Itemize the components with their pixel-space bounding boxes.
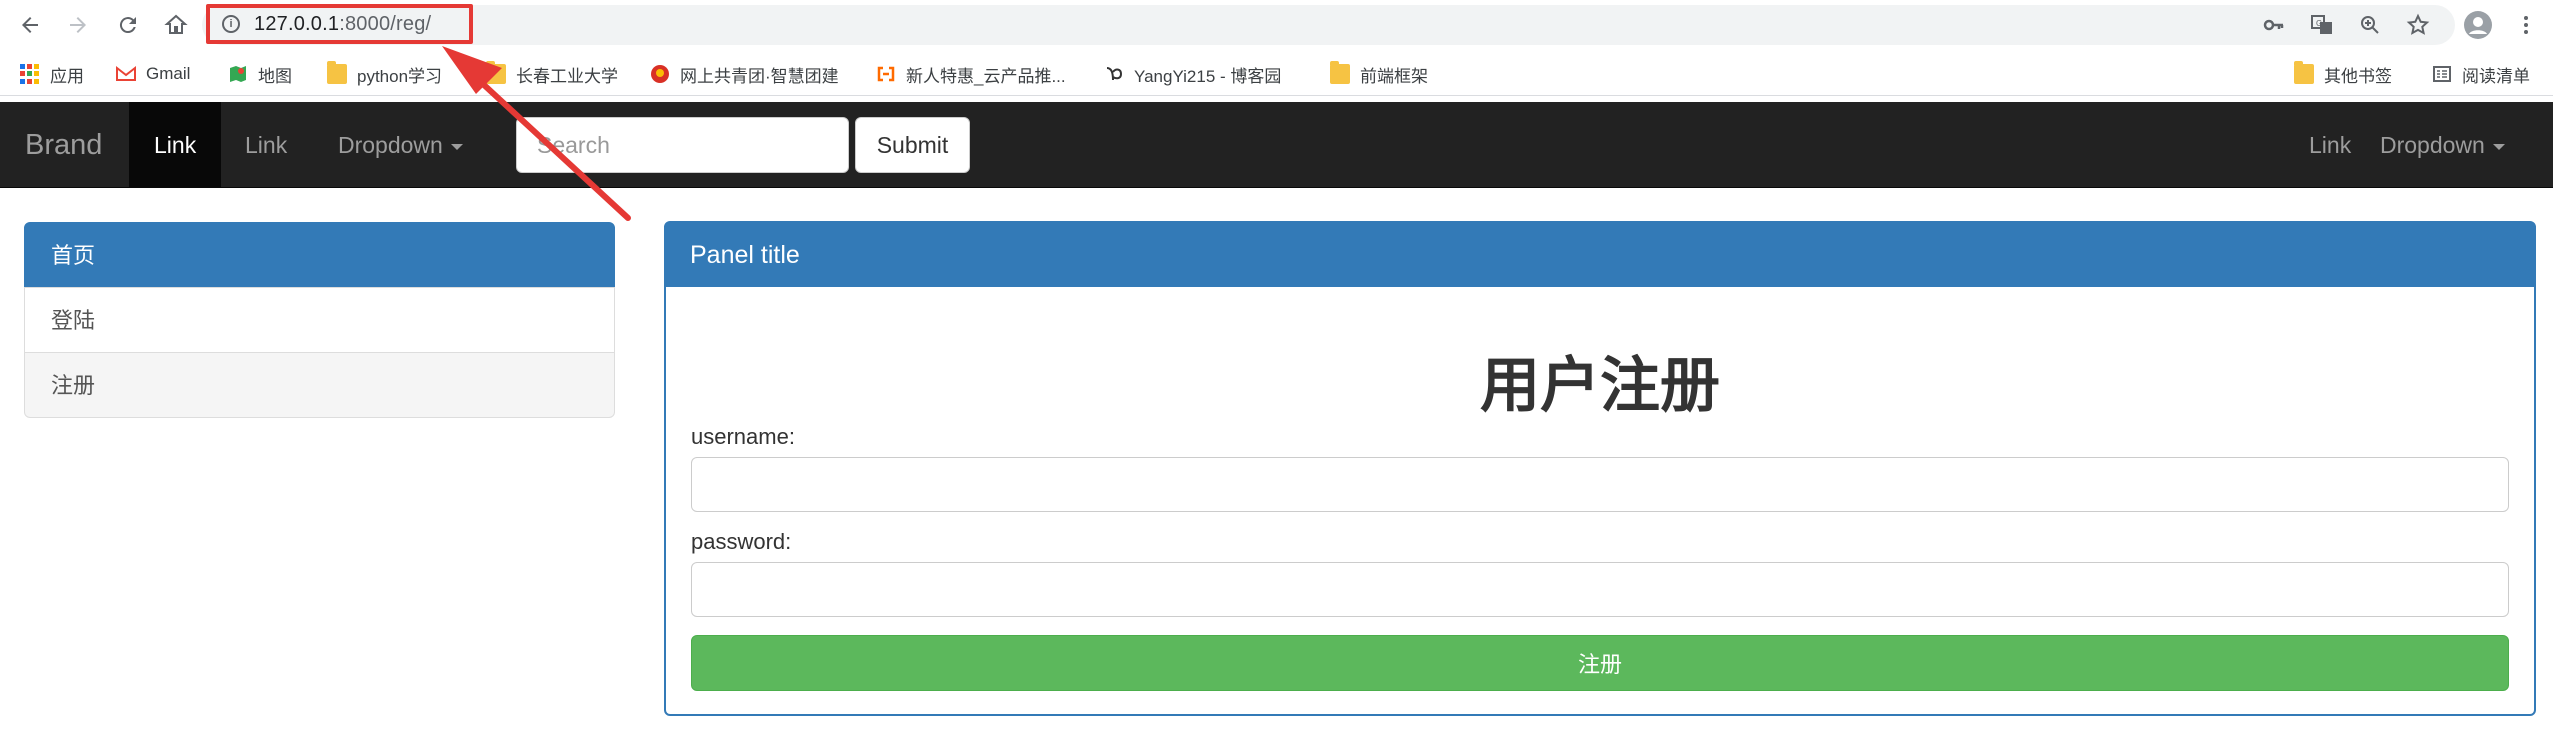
bookmark-label: YangYi215 - 博客园 <box>1134 66 1282 86</box>
bookmark-python[interactable]: python学习 <box>327 60 442 88</box>
caret-down-icon <box>450 143 463 150</box>
bookmark-label: 阅读清单 <box>2462 66 2530 86</box>
forward-icon[interactable] <box>60 7 96 43</box>
bookmark-label: python学习 <box>357 66 443 86</box>
folder-icon <box>2294 61 2314 84</box>
nav-right-dropdown[interactable]: Dropdown <box>2355 102 2530 188</box>
bookmark-ccut[interactable]: 长春工业大学 <box>486 60 618 88</box>
browser-toolbar: i 127.0.0.1:8000/reg/ G <box>0 0 2553 50</box>
folder-icon <box>327 61 347 84</box>
bookmark-maps[interactable]: 地图 <box>228 60 292 88</box>
panel-title: Panel title <box>666 223 2534 287</box>
bookmark-aliyun[interactable]: 新人特惠_云产品推... <box>876 60 1066 88</box>
reading-list[interactable]: 阅读清单 <box>2432 60 2530 88</box>
home-icon[interactable] <box>158 7 194 43</box>
back-icon[interactable] <box>12 7 48 43</box>
sidebar-item-home[interactable]: 首页 <box>24 222 615 288</box>
url-text: 127.0.0.1:8000/reg/ <box>254 12 432 35</box>
search-input[interactable] <box>516 117 849 173</box>
bookmark-label: 地图 <box>258 66 292 86</box>
cnblogs-icon <box>1106 67 1123 81</box>
search-submit-button[interactable]: Submit <box>855 117 970 173</box>
translate-icon[interactable]: G <box>2304 7 2340 43</box>
profile-avatar-icon[interactable] <box>2460 7 2496 43</box>
username-input[interactable] <box>691 457 2509 512</box>
register-button[interactable]: 注册 <box>691 635 2509 691</box>
caret-down-icon <box>2492 143 2505 150</box>
nav-link[interactable]: Link <box>220 102 312 188</box>
nav-dropdown-label: Dropdown <box>2380 132 2485 158</box>
brand-link[interactable]: Brand <box>25 102 102 188</box>
bookmark-label: 网上共青团·智慧团建 <box>680 66 839 86</box>
zoom-icon[interactable] <box>2352 7 2388 43</box>
key-icon[interactable] <box>2256 7 2292 43</box>
bookmark-label: 新人特惠_云产品推... <box>906 66 1066 86</box>
bookmark-label: 应用 <box>50 66 84 86</box>
password-label: password: <box>691 529 792 554</box>
password-input[interactable] <box>691 562 2509 617</box>
menu-kebab-icon[interactable] <box>2508 7 2544 43</box>
bookmark-label: 长春工业大学 <box>516 66 618 86</box>
bookmark-gmail[interactable]: Gmail <box>116 60 190 88</box>
star-icon[interactable] <box>2400 7 2436 43</box>
site-navbar: Brand Link Link Dropdown Link Dropdown <box>0 102 2553 188</box>
reading-list-icon <box>2433 66 2451 82</box>
bookmark-label: 其他书签 <box>2324 66 2392 86</box>
apps-grid-icon <box>20 64 40 84</box>
url-highlight-box[interactable]: i 127.0.0.1:8000/reg/ <box>206 4 473 44</box>
sidebar-item-register[interactable]: 注册 <box>24 352 615 418</box>
bookmarks-bar: 应用 Gmail 地图 python学习 长春工业大学 网上共青团·智慧团建 新… <box>0 52 2553 96</box>
username-label: username: <box>691 424 795 449</box>
register-panel: Panel title 用户注册 username: password: 注册 <box>664 221 2536 716</box>
league-icon <box>651 65 669 83</box>
aliyun-icon <box>877 66 895 82</box>
nav-dropdown-label: Dropdown <box>338 132 443 158</box>
svg-text:G: G <box>2316 19 2322 28</box>
info-icon[interactable]: i <box>222 15 240 33</box>
bookmark-label: Gmail <box>146 64 191 83</box>
sidebar-list: 首页 登陆 注册 <box>24 222 615 418</box>
sidebar-item-login[interactable]: 登陆 <box>24 287 615 353</box>
nav-link-active[interactable]: Link <box>129 102 222 188</box>
gmail-icon <box>116 65 136 81</box>
folder-icon <box>486 61 506 84</box>
maps-icon <box>230 66 246 82</box>
bookmark-label: 前端框架 <box>1360 66 1428 86</box>
reload-icon[interactable] <box>110 7 146 43</box>
bookmark-apps[interactable]: 应用 <box>20 60 84 88</box>
address-bar[interactable] <box>202 5 2455 45</box>
form-title: 用户注册 <box>1480 351 1720 421</box>
bookmark-frontend[interactable]: 前端框架 <box>1330 60 1428 88</box>
bookmark-other[interactable]: 其他书签 <box>2294 60 2392 88</box>
bookmark-league[interactable]: 网上共青团·智慧团建 <box>650 60 839 88</box>
bookmark-cnblogs[interactable]: YangYi215 - 博客园 <box>1104 60 1281 88</box>
folder-icon <box>1330 61 1350 84</box>
nav-dropdown[interactable]: Dropdown <box>313 102 488 188</box>
